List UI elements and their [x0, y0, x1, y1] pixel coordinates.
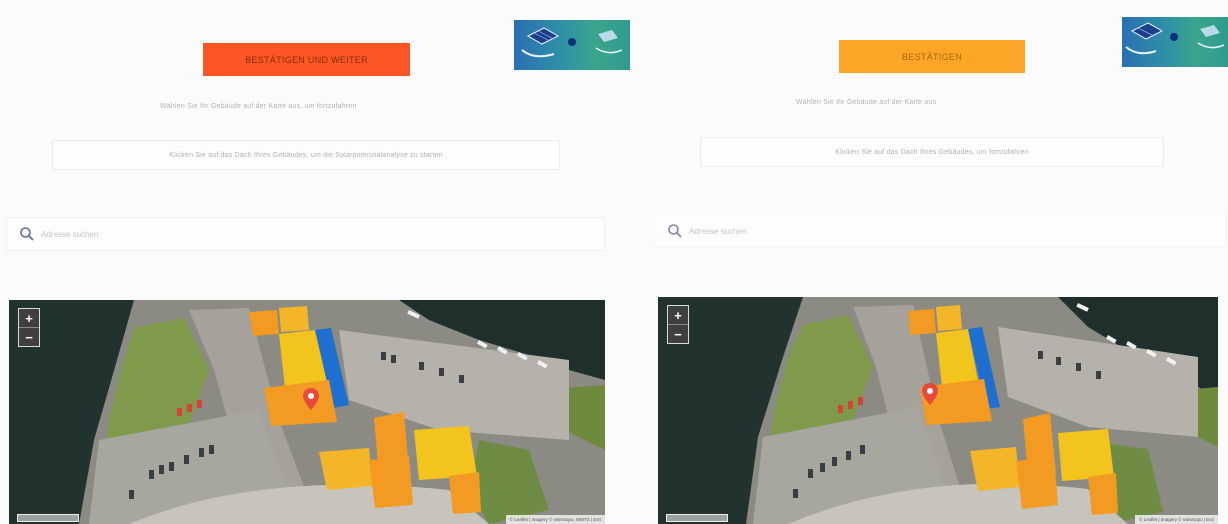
panel-right: BESTÄTIGEN Wählen Sie Ihr Gebäude auf de…: [614, 0, 1228, 524]
solar-panel-thumbnail[interactable]: [1122, 17, 1228, 67]
address-search-bar[interactable]: [6, 217, 605, 251]
search-icon: [20, 227, 34, 241]
search-input[interactable]: [39, 228, 604, 240]
zoom-in-button[interactable]: +: [19, 309, 39, 327]
map-marker-icon[interactable]: [922, 383, 938, 405]
solar-panel-thumbnail[interactable]: [514, 20, 630, 70]
zoom-control: + −: [18, 308, 40, 347]
satellite-imagery: [658, 297, 1218, 524]
info-text: Wählen Sie Ihr Gebäude auf der Karte aus…: [160, 103, 357, 110]
instruction-box: Klicken Sie auf das Dach Ihres Gebäudes,…: [700, 137, 1164, 167]
map-marker-icon[interactable]: [303, 388, 319, 410]
search-icon: [668, 224, 682, 238]
confirm-button[interactable]: BESTÄTIGEN UND WEITER: [203, 43, 410, 76]
satellite-map[interactable]: + − © Leaflet | Imagery © swisstopo, WMT…: [9, 300, 605, 524]
zoom-in-button[interactable]: +: [668, 306, 688, 324]
address-search-bar[interactable]: [654, 214, 1226, 248]
confirm-button[interactable]: BESTÄTIGEN: [839, 40, 1025, 73]
map-attribution: © Leaflet | Imagery © swisstopo, WMTS | …: [505, 515, 605, 524]
satellite-map[interactable]: + − © Leaflet | Imagery © swisstopo | Es…: [658, 297, 1218, 524]
map-scale-bar: [17, 514, 79, 522]
solar-panel-icon: [1125, 22, 1225, 55]
map-attribution: © Leaflet | Imagery © swisstopo | Esri: [1135, 515, 1218, 524]
panel-left: BESTÄTIGEN UND WEITER Wählen Sie Ihr Geb…: [0, 0, 630, 524]
satellite-imagery: [9, 300, 605, 524]
info-text: Wählen Sie Ihr Gebäude auf der Karte aus: [796, 99, 937, 106]
zoom-out-button[interactable]: −: [19, 327, 39, 346]
map-scale-bar: [666, 514, 728, 522]
zoom-out-button[interactable]: −: [668, 324, 688, 343]
solar-panel-icon: [521, 27, 623, 58]
instruction-box: Klicken Sie auf das Dach Ihres Gebäudes,…: [52, 140, 560, 170]
zoom-control: + −: [667, 305, 689, 344]
search-input[interactable]: [687, 225, 1225, 237]
